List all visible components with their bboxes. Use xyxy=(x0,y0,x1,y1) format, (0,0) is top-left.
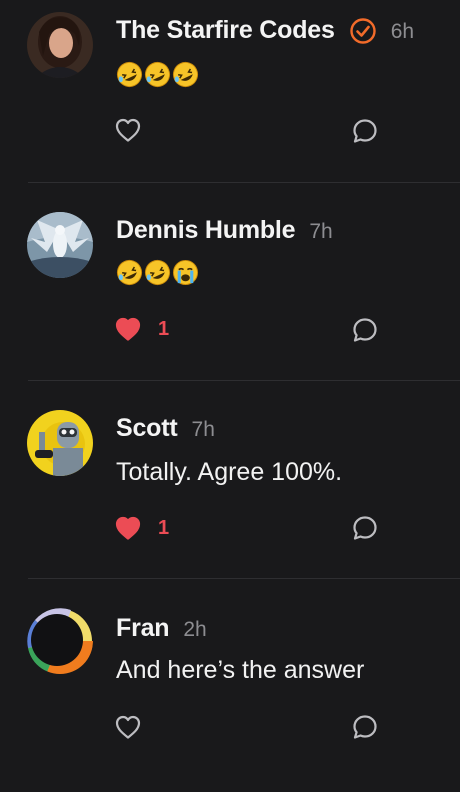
speech-bubble-icon xyxy=(353,516,377,540)
timestamp: 2h xyxy=(183,618,207,641)
like-button[interactable]: 1 xyxy=(114,515,169,541)
timestamp: 7h xyxy=(309,220,333,243)
comment-item: Dennis Humble 7h 1 xyxy=(0,198,460,396)
emoji-content xyxy=(116,259,200,286)
reply-button[interactable] xyxy=(351,713,379,741)
rolling-laughing-emoji xyxy=(172,61,199,88)
verified-check-icon xyxy=(349,17,377,45)
author-name[interactable]: Scott xyxy=(116,414,178,443)
rolling-laughing-emoji xyxy=(144,259,171,286)
reply-button[interactable] xyxy=(351,316,379,344)
like-count: 1 xyxy=(158,317,170,340)
speech-bubble-icon xyxy=(353,318,377,342)
comment-header: Dennis Humble 7h xyxy=(116,216,333,245)
rolling-laughing-emoji xyxy=(116,259,143,286)
reply-button[interactable] xyxy=(351,514,379,542)
divider xyxy=(28,182,460,183)
rolling-laughing-emoji xyxy=(116,61,143,88)
rolling-laughing-emoji xyxy=(144,61,171,88)
comment-header: Fran 2h xyxy=(116,614,207,643)
comment-text: And here’s the answer xyxy=(116,656,365,684)
avatar[interactable] xyxy=(27,12,93,78)
heart-icon xyxy=(115,317,141,341)
avatar[interactable] xyxy=(27,410,93,476)
comment-item: The Starfire Codes 6h xyxy=(0,0,460,198)
timestamp: 6h xyxy=(390,20,415,43)
timestamp: 7h xyxy=(191,418,215,441)
author-name[interactable]: The Starfire Codes xyxy=(116,16,335,45)
author-name[interactable]: Dennis Humble xyxy=(116,216,296,245)
like-button[interactable] xyxy=(114,714,158,740)
comment-feed: The Starfire Codes 6h Dennis Humble 7h 1… xyxy=(0,0,460,768)
speech-bubble-icon xyxy=(353,119,377,143)
heart-icon xyxy=(115,516,141,540)
heart-icon xyxy=(115,118,141,142)
divider xyxy=(28,578,460,579)
heart-icon xyxy=(115,715,141,739)
loudly-crying-emoji xyxy=(172,259,199,286)
like-button[interactable] xyxy=(114,117,158,143)
speech-bubble-icon xyxy=(353,715,377,739)
like-button[interactable]: 1 xyxy=(114,316,169,342)
avatar[interactable] xyxy=(27,608,93,674)
reply-button[interactable] xyxy=(351,117,379,145)
like-count: 1 xyxy=(158,516,170,539)
avatar[interactable] xyxy=(27,212,93,278)
comment-header: Scott 7h xyxy=(116,414,215,443)
comment-text: Totally. Agree 100%. xyxy=(116,458,343,486)
comment-item: Fran 2h And here’s the answer xyxy=(0,594,460,792)
emoji-content xyxy=(116,61,200,88)
comment-item: Scott 7h Totally. Agree 100%. 1 xyxy=(0,396,460,594)
comment-header: The Starfire Codes 6h xyxy=(116,16,414,45)
divider xyxy=(28,380,460,381)
author-name[interactable]: Fran xyxy=(116,614,170,643)
